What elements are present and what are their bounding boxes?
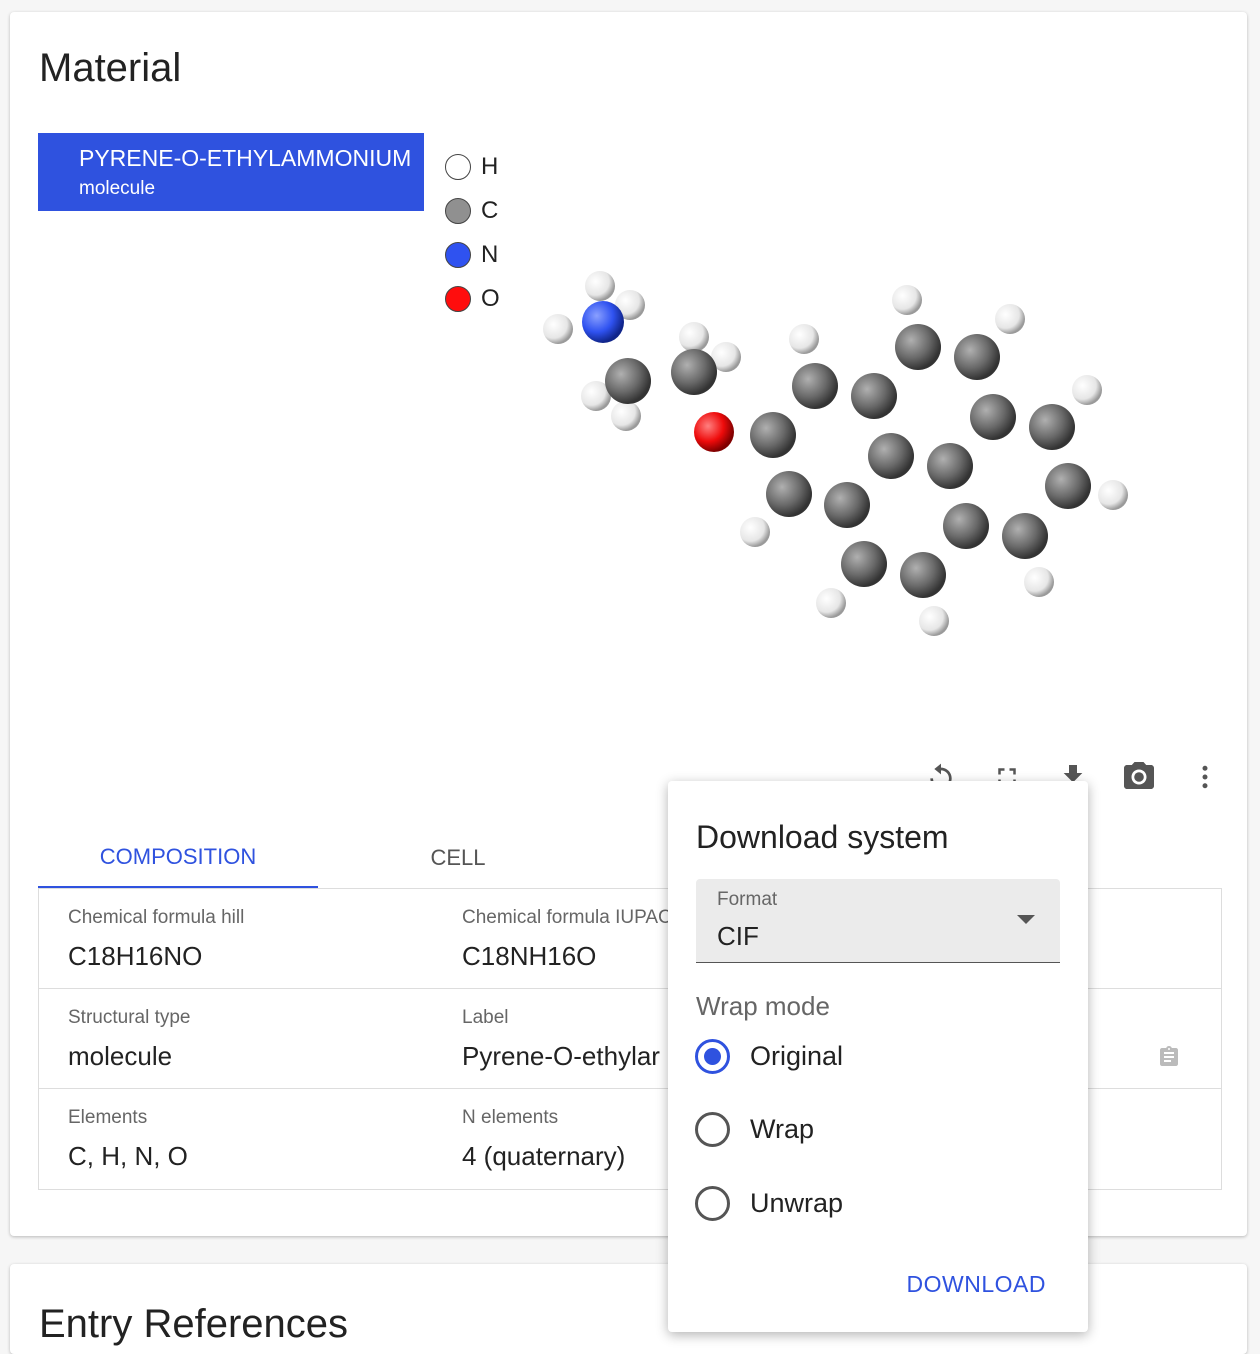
tab-cell[interactable]: CELL xyxy=(318,827,598,889)
tab-composition[interactable]: COMPOSITION xyxy=(38,827,318,889)
property-key: Chemical formula hill xyxy=(68,907,245,928)
property-key: Label xyxy=(462,1007,509,1028)
radio-original[interactable]: Original xyxy=(695,1039,843,1074)
structure-tree-item[interactable]: PYRENE-O-ETHYLAMMONIUM molecule xyxy=(38,133,424,211)
more-vert-icon[interactable] xyxy=(1172,757,1238,797)
tree-item-type: molecule xyxy=(79,178,156,199)
download-button[interactable]: DOWNLOAD xyxy=(907,1271,1046,1298)
legend-dot xyxy=(445,154,471,180)
property-key: Structural type xyxy=(68,1007,191,1028)
radio-checked-icon[interactable] xyxy=(695,1039,730,1074)
legend-item-n: N xyxy=(445,233,500,277)
legend-item-o: O xyxy=(445,277,500,321)
property-key: N elements xyxy=(462,1107,559,1128)
clipboard-icon[interactable] xyxy=(1157,1044,1181,1075)
radio-unchecked-icon[interactable] xyxy=(695,1186,730,1221)
legend-dot xyxy=(445,286,471,312)
property-value: molecule xyxy=(68,1041,173,1071)
legend-label: H xyxy=(481,153,499,180)
legend-dot xyxy=(445,242,471,268)
property-cell: Chemical formula IUPAC C18NH16O xyxy=(462,907,672,972)
property-key: Elements xyxy=(68,1107,148,1128)
card-title: Entry References xyxy=(39,1302,349,1346)
legend-dot xyxy=(445,198,471,224)
property-cell: Structural type molecule xyxy=(68,1007,191,1072)
property-cell: N elements 4 (quaternary) xyxy=(462,1107,625,1172)
legend-label: C xyxy=(481,197,499,224)
radio-unchecked-icon[interactable] xyxy=(695,1112,730,1147)
property-value: C18H16NO xyxy=(68,941,203,971)
tabs: COMPOSITION CELL xyxy=(38,827,598,889)
radio-label: Wrap xyxy=(750,1114,815,1144)
property-key: Chemical formula IUPAC xyxy=(462,907,672,928)
property-cell: Elements C, H, N, O xyxy=(68,1107,188,1172)
property-value: 4 (quaternary) xyxy=(462,1141,626,1171)
legend-label: O xyxy=(481,285,500,312)
radio-label: Original xyxy=(750,1041,844,1071)
card-title: Material xyxy=(39,46,182,90)
wrap-mode-label: Wrap mode xyxy=(696,991,830,1021)
property-value: C, H, N, O xyxy=(68,1141,188,1171)
tree-item-name: PYRENE-O-ETHYLAMMONIUM xyxy=(79,145,412,171)
molecule-viewer[interactable] xyxy=(510,262,1210,682)
property-cell: Chemical formula hill C18H16NO xyxy=(68,907,244,972)
format-label: Format xyxy=(717,889,778,910)
legend-item-h: H xyxy=(445,145,500,189)
property-cell: Label Pyrene-O-ethylar xyxy=(462,1007,660,1072)
dropdown-arrow-icon xyxy=(1017,915,1035,924)
legend-item-c: C xyxy=(445,189,500,233)
property-value: Pyrene-O-ethylar xyxy=(462,1041,660,1071)
legend-label: N xyxy=(481,241,499,268)
download-popover: Download system Format CIF Wrap mode Ori… xyxy=(668,781,1088,1332)
element-legend: H C N O xyxy=(445,145,500,321)
radio-label: Unwrap xyxy=(750,1188,844,1218)
popover-title: Download system xyxy=(696,819,949,855)
radio-wrap[interactable]: Wrap xyxy=(695,1112,814,1147)
camera-icon[interactable] xyxy=(1106,757,1172,797)
format-select[interactable]: Format CIF xyxy=(696,879,1060,963)
property-value: C18NH16O xyxy=(462,941,597,971)
format-value: CIF xyxy=(717,921,759,951)
radio-unwrap[interactable]: Unwrap xyxy=(695,1186,843,1221)
